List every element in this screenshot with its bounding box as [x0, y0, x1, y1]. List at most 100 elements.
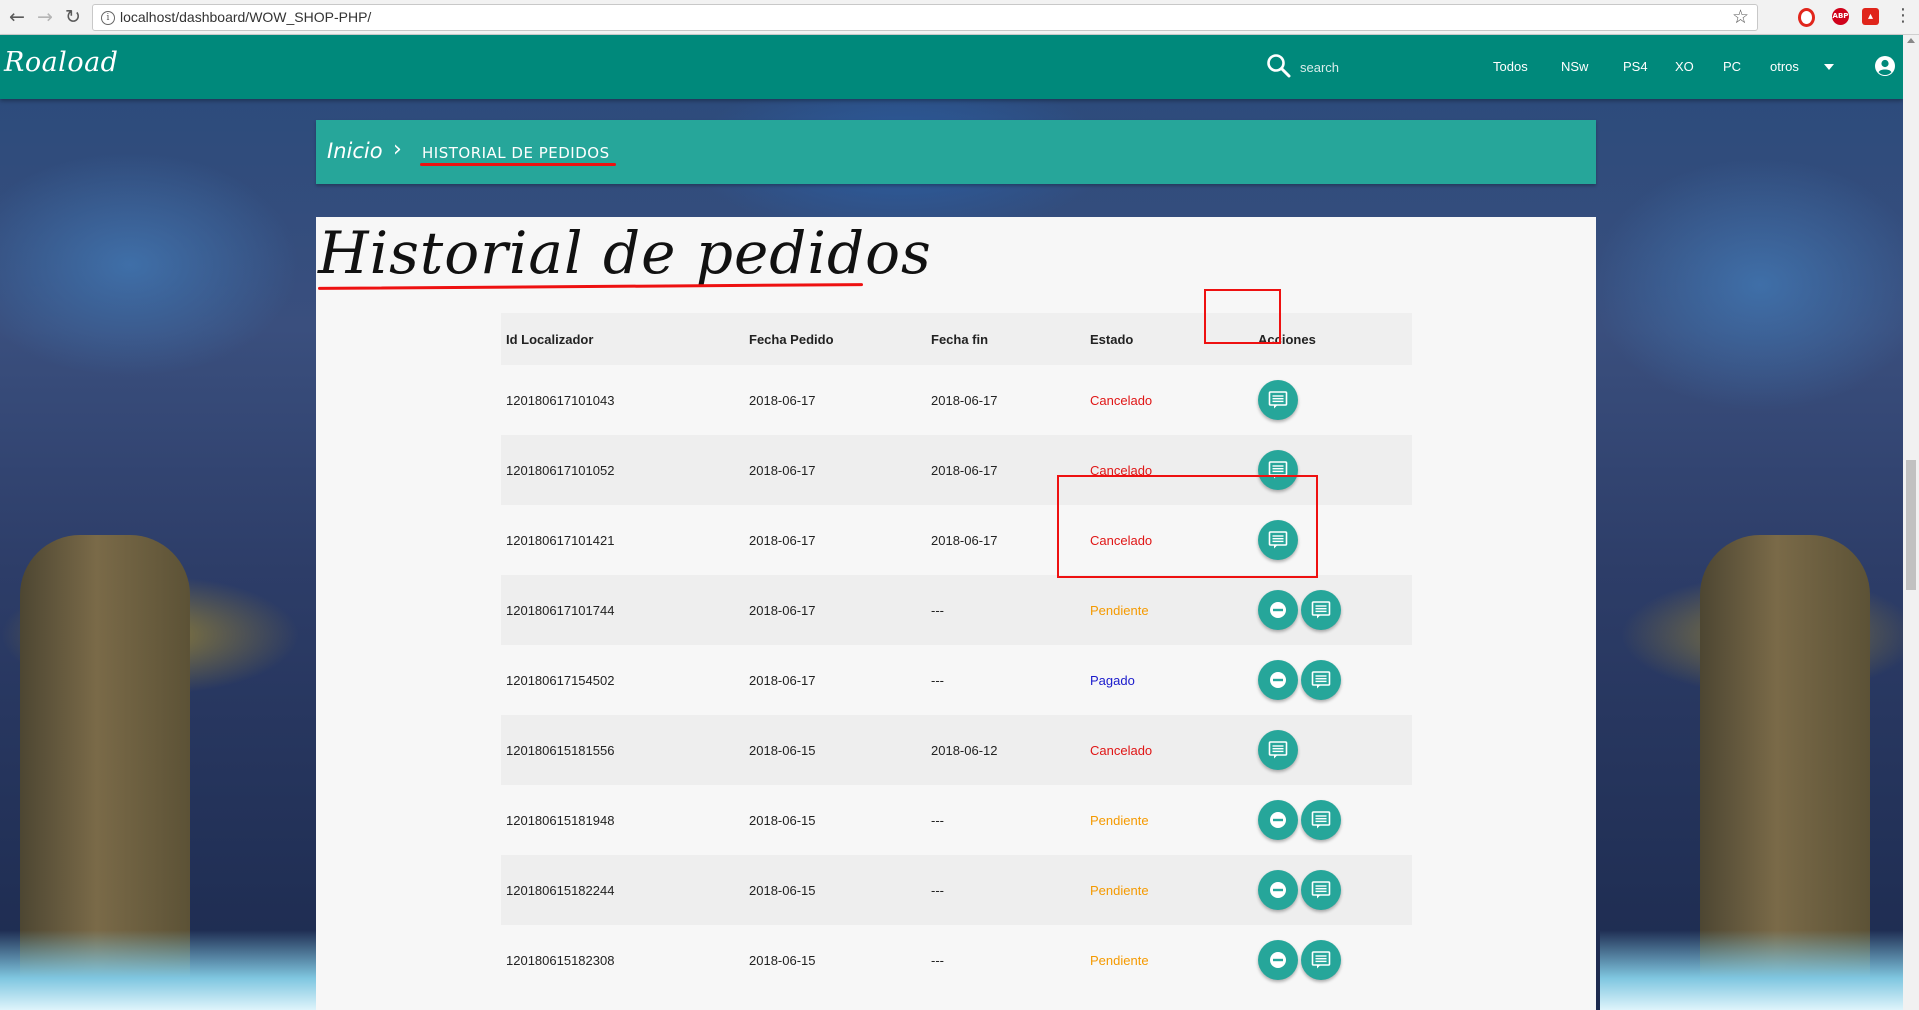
view-details-button[interactable] — [1301, 800, 1341, 840]
cell-id: 120180617101052 — [506, 462, 615, 478]
view-details-button[interactable] — [1301, 940, 1341, 980]
cell-fecha-pedido: 2018-06-17 — [749, 672, 816, 688]
bookmark-star-icon[interactable]: ☆ — [1732, 6, 1749, 28]
column-header-fecha-fin: Fecha fin — [926, 313, 1085, 365]
account-icon[interactable] — [1874, 55, 1896, 77]
cell-id: 120180615182244 — [506, 882, 615, 898]
cell-acciones — [1253, 365, 1412, 435]
cell-fecha-fin: --- — [931, 672, 944, 688]
nav-link-pc[interactable]: PC — [1723, 59, 1741, 74]
cancel-order-button[interactable] — [1258, 590, 1298, 630]
scroll-up-arrow-icon[interactable] — [1907, 38, 1915, 43]
table-row: 120180617101043 2018-06-17 2018-06-17 Cance… — [501, 365, 1412, 435]
view-details-button[interactable] — [1301, 590, 1341, 630]
back-arrow-icon[interactable]: ← — [6, 6, 28, 28]
view-details-button[interactable] — [1258, 520, 1298, 560]
scrollbar-thumb[interactable] — [1906, 460, 1916, 590]
opera-extension-icon[interactable] — [1798, 8, 1815, 27]
table-body: 120180617101043 2018-06-17 2018-06-17 Cance… — [501, 365, 1412, 995]
table-header-row: Id Localizador Fecha Pedido Fecha fin Es… — [501, 313, 1412, 365]
address-bar[interactable]: i localhost/dashboard/WOW_SHOP-PHP/ ☆ — [92, 4, 1758, 31]
cell-fecha-fin: 2018-06-17 — [931, 532, 998, 548]
cell-fecha-pedido: 2018-06-15 — [749, 952, 816, 968]
crystal-grass-left — [0, 930, 320, 1010]
cell-fecha-pedido: 2018-06-17 — [749, 532, 816, 548]
cell-fecha-pedido: 2018-06-15 — [749, 742, 816, 758]
page-title: Historial de pedidos — [318, 219, 932, 287]
cell-estado: Pendiente — [1090, 812, 1149, 828]
cell-fecha-fin: --- — [931, 602, 944, 618]
table-row: 120180617101421 2018-06-17 2018-06-17 Cance… — [501, 505, 1412, 575]
table-row: 120180615181948 2018-06-15 --- Pendiente — [501, 785, 1412, 855]
table-row: 120180615181556 2018-06-15 2018-06-12 Cance… — [501, 715, 1412, 785]
cell-acciones — [1253, 435, 1412, 505]
cell-fecha-pedido: 2018-06-17 — [749, 462, 816, 478]
cell-acciones — [1253, 925, 1412, 995]
browser-menu-icon[interactable]: ⋮ — [1894, 5, 1912, 26]
breadcrumb-home-link[interactable]: Inicio — [327, 139, 383, 163]
cell-acciones — [1253, 785, 1412, 855]
cell-id: 120180617101744 — [506, 602, 615, 618]
cell-fecha-pedido: 2018-06-15 — [749, 882, 816, 898]
adblock-extension-icon[interactable]: ABP — [1832, 8, 1849, 25]
chevron-down-icon[interactable] — [1824, 64, 1834, 70]
cell-acciones — [1253, 505, 1412, 575]
view-details-button[interactable] — [1258, 380, 1298, 420]
nav-link-nsw[interactable]: NSw — [1561, 59, 1588, 74]
column-header-acciones: Acciones — [1253, 313, 1412, 365]
cell-fecha-fin: 2018-06-17 — [931, 462, 998, 478]
view-details-button[interactable] — [1301, 870, 1341, 910]
cell-fecha-fin: 2018-06-17 — [931, 392, 998, 408]
cell-fecha-pedido: 2018-06-17 — [749, 392, 816, 408]
cancel-order-button[interactable] — [1258, 660, 1298, 700]
cell-fecha-pedido: 2018-06-15 — [749, 812, 816, 828]
cell-acciones — [1253, 715, 1412, 785]
cell-fecha-fin: --- — [931, 812, 944, 828]
brand-logo[interactable]: Roaload — [4, 47, 118, 78]
table-row: 120180615182308 2018-06-15 --- Pendiente — [501, 925, 1412, 995]
reload-icon[interactable]: ↻ — [62, 6, 84, 28]
pdf-extension-icon[interactable]: ▴ — [1862, 8, 1879, 25]
cell-id: 120180615182308 — [506, 952, 615, 968]
search-input[interactable] — [1298, 55, 1442, 79]
cell-estado: Pendiente — [1090, 952, 1149, 968]
view-details-button[interactable] — [1301, 660, 1341, 700]
search-icon[interactable] — [1266, 53, 1292, 79]
cell-estado: Cancelado — [1090, 392, 1153, 408]
annotation-underline — [420, 163, 616, 166]
url-text[interactable]: localhost/dashboard/WOW_SHOP-PHP/ — [120, 9, 371, 25]
column-header-fecha-pedido: Fecha Pedido — [744, 313, 926, 365]
cell-id: 120180615181948 — [506, 812, 615, 828]
nav-link-xo[interactable]: XO — [1675, 59, 1694, 74]
table-row: 120180617101744 2018-06-17 --- Pendiente — [501, 575, 1412, 645]
cell-id: 120180617154502 — [506, 672, 615, 688]
breadcrumb-separator-icon: › — [393, 137, 402, 162]
cell-id: 120180615181556 — [506, 742, 615, 758]
cell-acciones — [1253, 575, 1412, 645]
vertical-scrollbar[interactable] — [1903, 35, 1919, 1010]
cell-estado: Cancelado — [1090, 532, 1153, 548]
cell-id: 120180617101421 — [506, 532, 615, 548]
forward-arrow-icon[interactable]: → — [34, 6, 56, 28]
cell-fecha-fin: --- — [931, 882, 944, 898]
nav-link-todos[interactable]: Todos — [1493, 59, 1528, 74]
cell-estado: Pagado — [1090, 672, 1135, 688]
cancel-order-button[interactable] — [1258, 940, 1298, 980]
cell-estado: Pendiente — [1090, 882, 1149, 898]
table-row: 120180617101052 2018-06-17 2018-06-17 Cance… — [501, 435, 1412, 505]
table-row: 120180617154502 2018-06-17 --- Pagado — [501, 645, 1412, 715]
cancel-order-button[interactable] — [1258, 800, 1298, 840]
cell-fecha-fin: 2018-06-12 — [931, 742, 998, 758]
orders-table: Id Localizador Fecha Pedido Fecha fin Es… — [501, 313, 1412, 995]
nav-link-ps4[interactable]: PS4 — [1623, 59, 1648, 74]
cell-fecha-fin: --- — [931, 952, 944, 968]
view-details-button[interactable] — [1258, 450, 1298, 490]
view-details-button[interactable] — [1258, 730, 1298, 770]
cell-acciones — [1253, 855, 1412, 925]
breadcrumb-current[interactable]: HISTORIAL DE PEDIDOS — [422, 144, 610, 162]
cell-estado: Cancelado — [1090, 742, 1153, 758]
info-icon[interactable]: i — [101, 11, 115, 25]
column-header-id: Id Localizador — [501, 313, 744, 365]
cancel-order-button[interactable] — [1258, 870, 1298, 910]
nav-link-otros[interactable]: otros — [1770, 59, 1799, 74]
